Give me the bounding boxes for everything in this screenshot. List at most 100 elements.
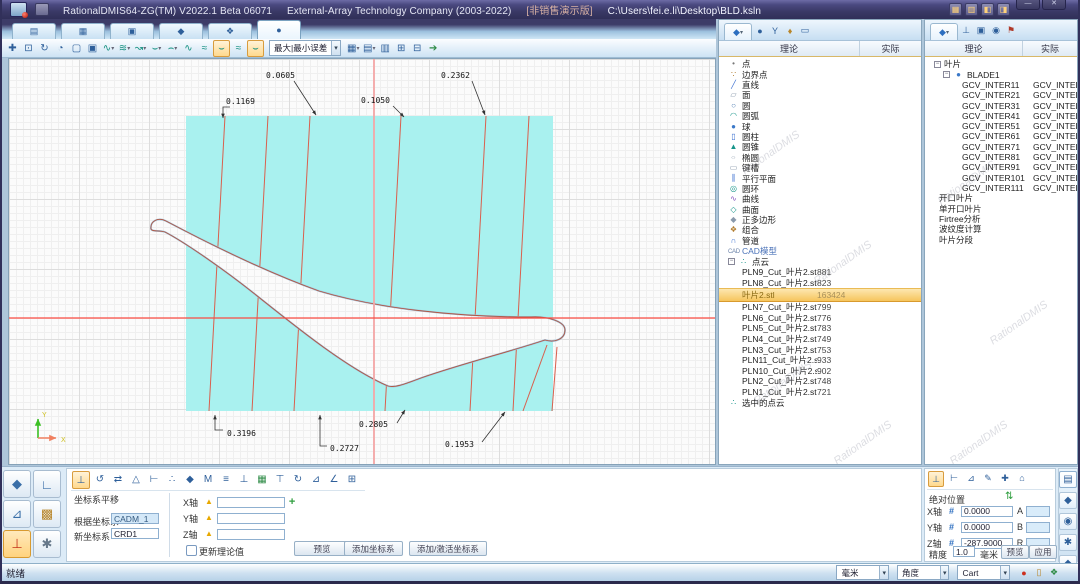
- pos-probe-icon[interactable]: [947, 471, 961, 485]
- coord-type-select[interactable]: Cart ▾: [957, 565, 1010, 580]
- zoom-region-icon[interactable]: [21, 41, 36, 56]
- expander-icon[interactable]: [934, 61, 941, 68]
- monitor-icon[interactable]: [798, 24, 812, 38]
- tools-button[interactable]: [33, 530, 61, 558]
- profile-eval-icon[interactable]: [213, 40, 230, 57]
- tab-window[interactable]: [110, 23, 154, 39]
- feature-item[interactable]: CAD模型: [719, 246, 921, 256]
- tab-model[interactable]: [159, 23, 203, 39]
- settings-gear-icon[interactable]: [1059, 534, 1077, 551]
- gcv-section-row[interactable]: GCV_INTER81 GCV_INTER81: [925, 152, 1077, 162]
- report-export-icon[interactable]: [378, 41, 393, 56]
- ruler-status-icon[interactable]: [1033, 567, 1045, 579]
- pos-vector-icon[interactable]: [964, 471, 978, 485]
- cs-translate-icon[interactable]: [72, 471, 90, 489]
- cal-status-icon[interactable]: [1048, 567, 1060, 579]
- cs-table-icon[interactable]: [272, 471, 288, 487]
- gcv-section-row[interactable]: GCV_INTER21 GCV_INTER21: [925, 90, 1077, 100]
- gcv-section-row[interactable]: GCV_INTER41 GCV_INTER41: [925, 111, 1077, 121]
- cs-level-icon[interactable]: [128, 471, 144, 487]
- column-actual[interactable]: 实际: [860, 42, 921, 55]
- orient-view-icon[interactable]: [53, 41, 68, 56]
- zoom-tool-icon[interactable]: [1059, 513, 1077, 530]
- column-theoretical[interactable]: 理论: [719, 42, 859, 55]
- solid-tab-icon[interactable]: [724, 23, 752, 40]
- pointcloud-item[interactable]: PLN8_Cut_叶片2.stl_... 823: [719, 277, 921, 288]
- caliper-button[interactable]: [33, 470, 61, 498]
- profile-apply-icon[interactable]: [247, 40, 264, 57]
- analysis-item[interactable]: 叶片分段: [925, 235, 1077, 245]
- select-region-icon[interactable]: [69, 41, 84, 56]
- tolerance-icon[interactable]: [783, 24, 797, 38]
- swap-axes-icon[interactable]: ⇅: [1005, 491, 1013, 502]
- axis-value-input[interactable]: [217, 529, 285, 540]
- machine-view-button[interactable]: [3, 470, 31, 498]
- new-cs-field[interactable]: CRD1: [111, 528, 159, 539]
- probe-y-icon[interactable]: [768, 24, 782, 38]
- probe-view-icon[interactable]: [1059, 492, 1077, 509]
- update-theoretical-checkbox[interactable]: [186, 545, 197, 556]
- add-activate-cs-button[interactable]: 添加/激活坐标系: [409, 541, 487, 556]
- rotation-value-field[interactable]: [1026, 506, 1050, 517]
- axes-tool-icon[interactable]: [959, 24, 973, 38]
- gcv-section-row[interactable]: GCV_INTER101 GCV_INTER101: [925, 172, 1077, 182]
- gcv-section-row[interactable]: GCV_INTER31 GCV_INTER31: [925, 100, 1077, 110]
- axis-ref-icon[interactable]: #: [949, 522, 961, 532]
- angle-select[interactable]: 角度 ▾: [897, 565, 950, 580]
- pos-translate-icon[interactable]: [928, 471, 944, 487]
- camera-tool-icon[interactable]: [989, 24, 1003, 38]
- device-tray-icon[interactable]: [981, 3, 994, 16]
- flag-tool-icon[interactable]: [1004, 24, 1018, 38]
- axis-ref-icon[interactable]: #: [949, 506, 961, 516]
- blade-root-item[interactable]: 叶片: [925, 59, 1077, 69]
- axis-value-input[interactable]: [217, 497, 285, 508]
- window-tool-icon[interactable]: [974, 24, 988, 38]
- selected-pointcloud-item[interactable]: 选中的点云: [719, 397, 921, 407]
- position-value-field[interactable]: 0.0000: [961, 506, 1013, 517]
- position-preview-button[interactable]: 预览: [1001, 545, 1029, 559]
- cs-rotate-icon[interactable]: [92, 471, 108, 487]
- chart-tray-icon[interactable]: [949, 3, 962, 16]
- cs-machine-icon[interactable]: [200, 471, 216, 487]
- cs-save-icon[interactable]: [344, 471, 360, 487]
- error-mode-select[interactable]: 最大|最小误差 ▾: [269, 40, 341, 56]
- rotation-value-field[interactable]: [1026, 522, 1050, 533]
- cs-block-icon[interactable]: [254, 471, 270, 487]
- fixture-button[interactable]: [33, 500, 61, 528]
- expander-icon[interactable]: [943, 71, 950, 78]
- curve-section-icon[interactable]: [117, 41, 132, 56]
- units-select[interactable]: 毫米 ▾: [836, 565, 889, 580]
- curve-create-icon[interactable]: [101, 41, 116, 56]
- pos-home-icon[interactable]: [1015, 471, 1029, 485]
- close-button[interactable]: ✕: [1042, 0, 1066, 10]
- position-apply-button[interactable]: 应用: [1029, 545, 1057, 559]
- column-actual[interactable]: 实际: [1023, 42, 1077, 55]
- cs-offset-icon[interactable]: [218, 471, 234, 487]
- pointcloud-item[interactable]: 叶片2.stl 163424: [719, 288, 921, 302]
- menu-icon[interactable]: [35, 3, 49, 16]
- viewport-canvas[interactable]: 0.1169 0.0605 0.1050 0.2362 0.3196 0.272…: [9, 59, 715, 464]
- solid-tab-icon[interactable]: [930, 23, 958, 40]
- cs-cube-icon[interactable]: [182, 471, 198, 487]
- sphere-tool-icon[interactable]: [753, 24, 767, 38]
- cs-swap-axes-icon[interactable]: [110, 471, 126, 487]
- print-icon[interactable]: [1059, 471, 1077, 488]
- gcv-section-row[interactable]: GCV_INTER61 GCV_INTER61: [925, 131, 1077, 141]
- pos-pen-icon[interactable]: [981, 471, 995, 485]
- coordinate-button[interactable]: [3, 530, 31, 558]
- report-add-icon[interactable]: [362, 41, 377, 56]
- expander-icon[interactable]: [728, 258, 735, 265]
- gcv-section-row[interactable]: GCV_INTER91 GCV_INTER91: [925, 162, 1077, 172]
- profile-smooth-icon[interactable]: [231, 41, 246, 56]
- pan-icon[interactable]: [5, 41, 20, 56]
- axis-value-input[interactable]: [217, 513, 285, 524]
- tab-measure[interactable]: [257, 20, 301, 39]
- curve-sweep-icon[interactable]: [133, 41, 148, 56]
- report-view-icon[interactable]: [346, 41, 361, 56]
- minimize-button[interactable]: —: [1016, 0, 1040, 10]
- app-icon[interactable]: [10, 2, 27, 17]
- gcv-section-row[interactable]: GCV_INTER71 GCV_INTER71: [925, 142, 1077, 152]
- tab-file[interactable]: [12, 23, 56, 39]
- blade1-item[interactable]: BLADE1: [925, 69, 1077, 79]
- export-data-icon[interactable]: [426, 41, 441, 56]
